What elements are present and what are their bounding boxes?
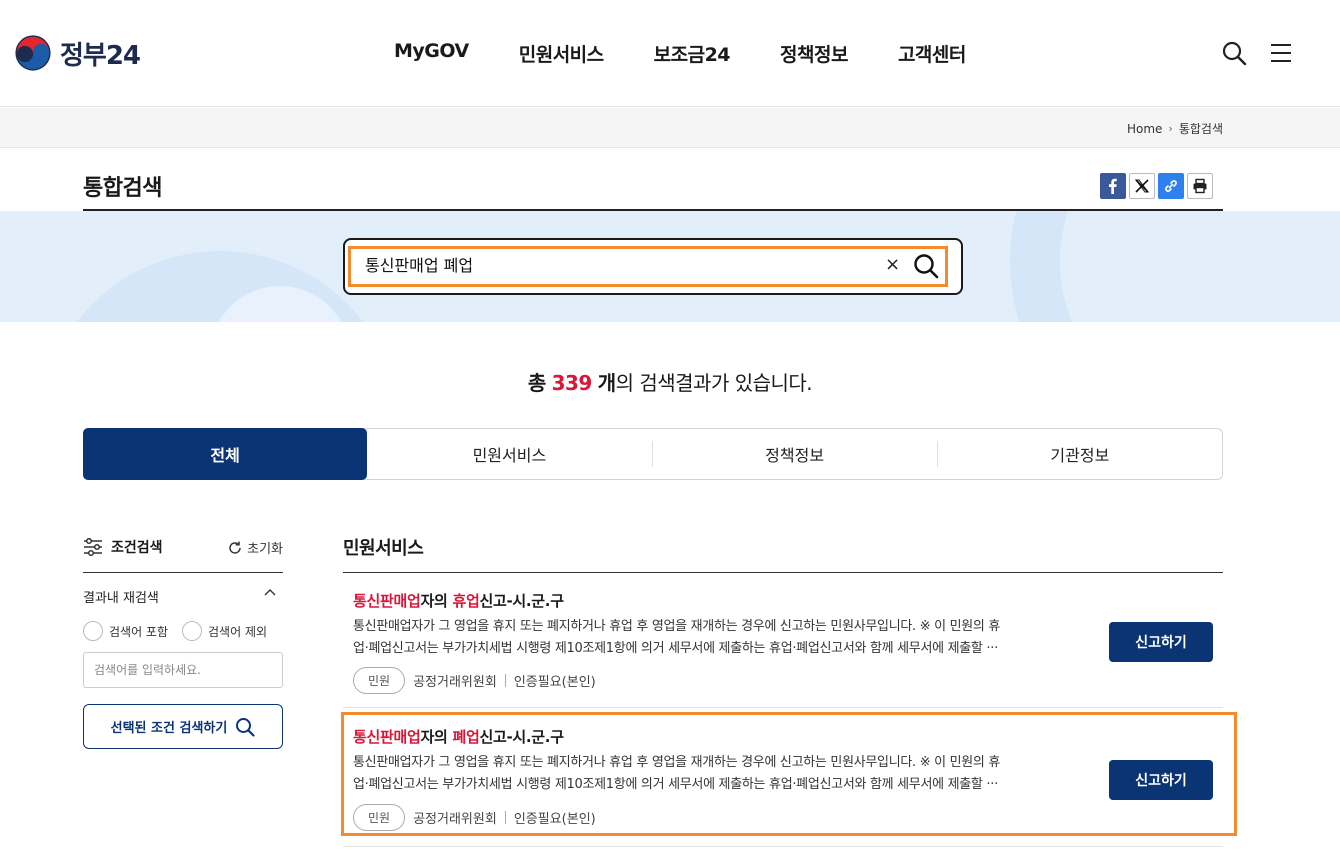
- title-keyword: 폐업: [452, 728, 480, 746]
- search-submit-icon[interactable]: [913, 253, 939, 279]
- refine-search-title: 결과내 재검색: [83, 591, 159, 606]
- nav-item-subsidy24[interactable]: 보조금24: [654, 40, 731, 67]
- tab-civil-services[interactable]: 민원서비스: [367, 429, 651, 479]
- condition-search-button[interactable]: 선택된 조건 검색하기: [83, 704, 283, 749]
- title-text: 자의: [420, 592, 453, 610]
- nav-item-policy-info[interactable]: 정책정보: [780, 40, 848, 67]
- breadcrumb-home[interactable]: Home: [1127, 122, 1162, 136]
- result-count-number: 339: [551, 371, 593, 395]
- description-line: 통신판매업자가 그 영업을 휴지 또는 폐지하거나 휴업 후 영업을 재개하는 …: [353, 755, 1001, 770]
- description-line: 업·폐업신고서는 부가가치세법 시행령 제10조제1항에 의거 세무서에 제출하…: [353, 777, 998, 792]
- filter-header: 조건검색 초기화: [83, 537, 283, 559]
- agency-name: 공정거래위원회: [413, 675, 497, 690]
- filter-icon: [84, 538, 102, 556]
- link-icon: [1165, 180, 1177, 192]
- radio-include[interactable]: 검색어 포함: [83, 621, 168, 641]
- nav-item-civil-services[interactable]: 민원서비스: [519, 40, 604, 67]
- tab-all[interactable]: 전체: [83, 428, 368, 480]
- title-keyword: 통신판매업: [353, 728, 421, 746]
- result-count-prefix: 총: [527, 371, 546, 395]
- meta-divider: [504, 674, 506, 687]
- clear-icon[interactable]: ×: [885, 254, 900, 276]
- title-text: 자의: [420, 728, 453, 746]
- radio-circle[interactable]: [182, 621, 203, 641]
- title-text: 신고-시.군.구: [479, 592, 564, 610]
- facebook-icon: [1109, 178, 1117, 194]
- nav-item-customer-center[interactable]: 고객센터: [898, 40, 966, 67]
- page-title: 통합검색: [83, 176, 162, 201]
- result-meta: 민원 공정거래위원회 인증필요(본인): [353, 667, 596, 694]
- radio-circle[interactable]: [83, 621, 103, 641]
- x-icon: [1135, 179, 1149, 193]
- facebook-share-button[interactable]: [1100, 173, 1126, 199]
- search-band: ×: [0, 211, 1340, 322]
- band-decoration: [1010, 211, 1340, 322]
- site-logo[interactable]: 정부24: [14, 34, 141, 72]
- radio-include-label: 검색어 포함: [109, 624, 169, 639]
- refine-radio-group: 검색어 포함 검색어 제외: [83, 621, 267, 641]
- result-description: 통신판매업자가 그 영업을 휴지 또는 폐지하거나 휴업 후 영업을 재개하는 …: [353, 616, 1088, 660]
- description-line: 통신판매업자가 그 영업을 휴지 또는 폐지하거나 휴업 후 영업을 재개하는 …: [353, 619, 1001, 634]
- chevron-right-icon: ›: [1168, 122, 1173, 135]
- search-icon: [236, 717, 255, 737]
- title-text: 신고-시.군.구: [479, 728, 564, 746]
- tab-agency-info[interactable]: 기관정보: [938, 429, 1222, 479]
- result-count-suffix: 의 검색결과가 있습니다.: [615, 371, 813, 395]
- print-button[interactable]: [1187, 173, 1213, 199]
- x-share-button[interactable]: [1129, 173, 1155, 199]
- result-count-unit: 개: [597, 371, 616, 395]
- auth-requirement: 인증필요(본인): [513, 812, 596, 827]
- filter-title: 조건검색: [83, 537, 163, 557]
- type-badge: 민원: [353, 804, 406, 831]
- chevron-up-icon[interactable]: [263, 586, 277, 600]
- search-box: ×: [343, 238, 963, 295]
- radio-exclude[interactable]: 검색어 제외: [182, 621, 267, 641]
- type-badge: 민원: [353, 667, 406, 694]
- breadcrumb-bar: Home › 통합검색: [0, 108, 1340, 148]
- section-title: 민원서비스: [343, 538, 424, 559]
- share-toolbar: [1100, 173, 1213, 199]
- title-keyword: 통신판매업: [353, 592, 421, 610]
- gov-logo-icon: [14, 34, 52, 72]
- auth-requirement: 인증필요(본인): [513, 675, 596, 690]
- reset-label: 초기화: [247, 542, 283, 557]
- result-description: 통신판매업자가 그 영업을 휴지 또는 폐지하거나 휴업 후 영업을 재개하는 …: [353, 752, 1088, 796]
- refresh-icon: [229, 541, 241, 554]
- search-input[interactable]: [365, 254, 865, 273]
- filter-title-label: 조건검색: [111, 540, 163, 556]
- list-divider: [343, 846, 1223, 847]
- logo-text: 정부24: [60, 40, 141, 71]
- result-count: 총 339 개의 검색결과가 있습니다.: [0, 367, 1340, 396]
- copy-link-button[interactable]: [1158, 173, 1184, 199]
- radio-exclude-label: 검색어 제외: [208, 624, 268, 639]
- breadcrumb: Home › 통합검색: [1127, 120, 1223, 137]
- category-tabs: 전체 민원서비스 정책정보 기관정보: [83, 428, 1223, 480]
- site-header: 정부24 MyGOV 민원서비스 보조금24 정책정보 고객센터: [0, 0, 1340, 107]
- hamburger-menu-icon[interactable]: [1269, 42, 1293, 64]
- result-meta: 민원 공정거래위원회 인증필요(본인): [353, 804, 596, 831]
- result-item: 통신판매업자의 폐업신고-시.군.구 통신판매업자가 그 영업을 휴지 또는 폐…: [341, 712, 1237, 836]
- print-icon: [1193, 178, 1207, 194]
- tab-policy-info[interactable]: 정책정보: [653, 429, 937, 479]
- reset-button[interactable]: 초기화: [227, 538, 283, 557]
- search-icon[interactable]: [1221, 40, 1247, 66]
- result-item: 통신판매업자의 휴업신고-시.군.구 통신판매업자가 그 영업을 휴지 또는 폐…: [343, 580, 1223, 708]
- meta-divider: [504, 811, 506, 824]
- report-button[interactable]: 신고하기: [1109, 760, 1213, 800]
- breadcrumb-current: 통합검색: [1178, 122, 1223, 136]
- title-keyword: 휴업: [452, 592, 480, 610]
- section-divider: [343, 572, 1223, 573]
- report-button[interactable]: 신고하기: [1109, 622, 1213, 662]
- refine-search-input[interactable]: [83, 652, 283, 688]
- result-title[interactable]: 통신판매업자의 휴업신고-시.군.구: [353, 590, 564, 611]
- filter-divider: [83, 572, 283, 573]
- condition-search-label: 선택된 조건 검색하기: [110, 721, 228, 736]
- main-nav: MyGOV 민원서비스 보조금24 정책정보 고객센터: [394, 40, 966, 67]
- nav-item-mygov[interactable]: MyGOV: [394, 40, 469, 67]
- result-title[interactable]: 통신판매업자의 폐업신고-시.군.구: [353, 726, 564, 747]
- agency-name: 공정거래위원회: [413, 812, 497, 827]
- description-line: 업·폐업신고서는 부가가치세법 시행령 제10조제1항에 의거 세무서에 제출하…: [353, 641, 998, 656]
